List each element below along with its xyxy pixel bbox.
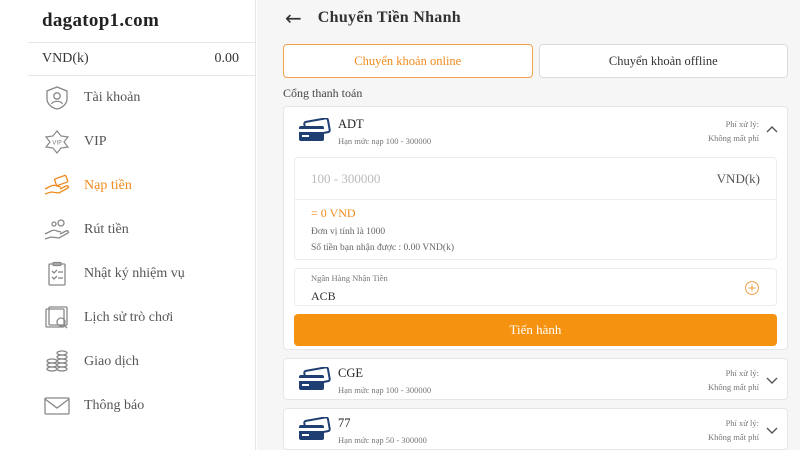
gateway-fee: Phí xử lý: Không mất phí [708,366,759,394]
gateway-fee: Phí xử lý: Không mất phí [708,416,759,444]
mail-icon [42,392,72,420]
sidebar-item-deposit[interactable]: Nạp tiền [28,164,255,208]
gateway-limit: Hạn mức nạp 50 - 300000 [338,434,427,445]
gateway-card-77[interactable]: 77 Hạn mức nạp 50 - 300000 Phí xử lý: Kh… [283,408,788,450]
tab-online-transfer[interactable]: Chuyển khoản online [283,44,533,78]
page-header: ← Chuyển Tiền Nhanh [257,0,800,36]
fee-value: Không mất phí [708,432,759,442]
vip-icon: VIP [42,128,72,156]
gateway-header[interactable]: CGE Hạn mức nạp 100 - 300000 Phí xử lý: … [284,359,787,401]
user-icon [42,84,72,112]
sidebar-menu: Tài khoản VIP VIP Nạp tiền Rút tiền Nhật… [28,76,255,428]
sidebar-item-vip[interactable]: VIP VIP [28,120,255,164]
received-note: Số tiền bạn nhận được : 0.00 VND(k) [311,243,454,253]
sidebar-item-label: Tài khoản [84,90,141,105]
fee-value: Không mất phí [708,133,759,143]
amount-info: = 0 VND Đơn vị tính là 1000 Số tiền bạn … [295,200,776,259]
sidebar-item-notifications[interactable]: Thông báo [28,384,255,428]
balance-value: 0.00 [214,51,240,66]
sidebar: dagatop1.com VND(k) 0.00 Tài khoản VIP V… [28,0,256,450]
deposit-icon [42,172,72,200]
gateway-header[interactable]: ADT Hạn mức nạp 100 - 300000 Phí xử lý: … [284,107,787,155]
chevron-down-icon[interactable] [765,423,779,437]
credit-card-icon [296,367,332,393]
game-history-icon [42,304,72,332]
sidebar-item-label: VIP [84,134,107,149]
gateway-header[interactable]: 77 Hạn mức nạp 50 - 300000 Phí xử lý: Kh… [284,409,787,450]
section-label: Cổng thanh toán [283,86,363,100]
amount-input-row: VND(k) [295,158,776,200]
gateway-name: 77 [338,415,351,430]
svg-text:VIP: VIP [52,140,62,147]
gateway-name: ADT [338,116,364,131]
sidebar-item-label: Nạp tiền [84,178,132,193]
credit-card-icon [296,118,332,144]
sidebar-item-label: Thông báo [84,398,145,413]
transaction-icon [42,348,72,376]
sidebar-item-label: Lịch sử trò chơi [84,310,174,325]
gateway-limit: Hạn mức nạp 100 - 300000 [338,384,432,395]
sidebar-item-game-history[interactable]: Lịch sử trò chơi [28,296,255,340]
gateway-fee: Phí xử lý: Không mất phí [708,117,759,145]
withdraw-icon [42,216,72,244]
plus-circle-icon[interactable] [744,280,760,296]
task-log-icon [42,260,72,288]
sidebar-item-task-log[interactable]: Nhật ký nhiệm vụ [28,252,255,296]
sidebar-item-withdraw[interactable]: Rút tiền [28,208,255,252]
bank-select[interactable]: Ngân Hàng Nhận Tiền ACB [294,268,777,306]
fee-value: Không mất phí [708,382,759,392]
transfer-tabs: Chuyển khoản online Chuyển khoản offline [283,44,788,78]
chevron-down-icon[interactable] [765,373,779,387]
bank-label: Ngân Hàng Nhận Tiền [311,273,388,283]
bank-value: ACB [311,289,336,303]
sidebar-item-label: Giao dịch [84,354,139,369]
gateway-name: CGE [338,365,363,380]
sidebar-item-label: Rút tiền [84,222,129,237]
credit-card-icon [296,417,332,443]
gateway-card-adt: ADT Hạn mức nạp 100 - 300000 Phí xử lý: … [283,106,788,350]
chevron-up-icon[interactable] [765,123,779,137]
balance-label: VND(k) [42,51,89,66]
proceed-button[interactable]: Tiến hành [294,314,777,346]
fee-label: Phí xử lý: [725,418,759,428]
amount-unit: VND(k) [716,170,760,186]
amount-box: VND(k) = 0 VND Đơn vị tính là 1000 Số ti… [294,157,777,260]
amount-input[interactable] [311,170,511,187]
sidebar-item-account[interactable]: Tài khoản [28,76,255,120]
back-arrow-icon[interactable]: ← [285,6,302,30]
converted-amount: = 0 VND [311,206,356,220]
fee-label: Phí xử lý: [725,119,759,129]
unit-note: Đơn vị tính là 1000 [311,227,386,237]
brand-logo[interactable]: dagatop1.com [28,0,255,42]
main-panel: ← Chuyển Tiền Nhanh Chuyển khoản online … [257,0,800,450]
tab-offline-transfer[interactable]: Chuyển khoản offline [538,44,788,78]
gateway-card-cge[interactable]: CGE Hạn mức nạp 100 - 300000 Phí xử lý: … [283,358,788,400]
sidebar-item-transaction[interactable]: Giao dịch [28,340,255,384]
fee-label: Phí xử lý: [725,368,759,378]
sidebar-item-label: Nhật ký nhiệm vụ [84,266,185,281]
gateway-limit: Hạn mức nạp 100 - 300000 [338,135,432,146]
balance-bar: VND(k) 0.00 [28,42,255,76]
page-title: Chuyển Tiền Nhanh [317,9,462,26]
